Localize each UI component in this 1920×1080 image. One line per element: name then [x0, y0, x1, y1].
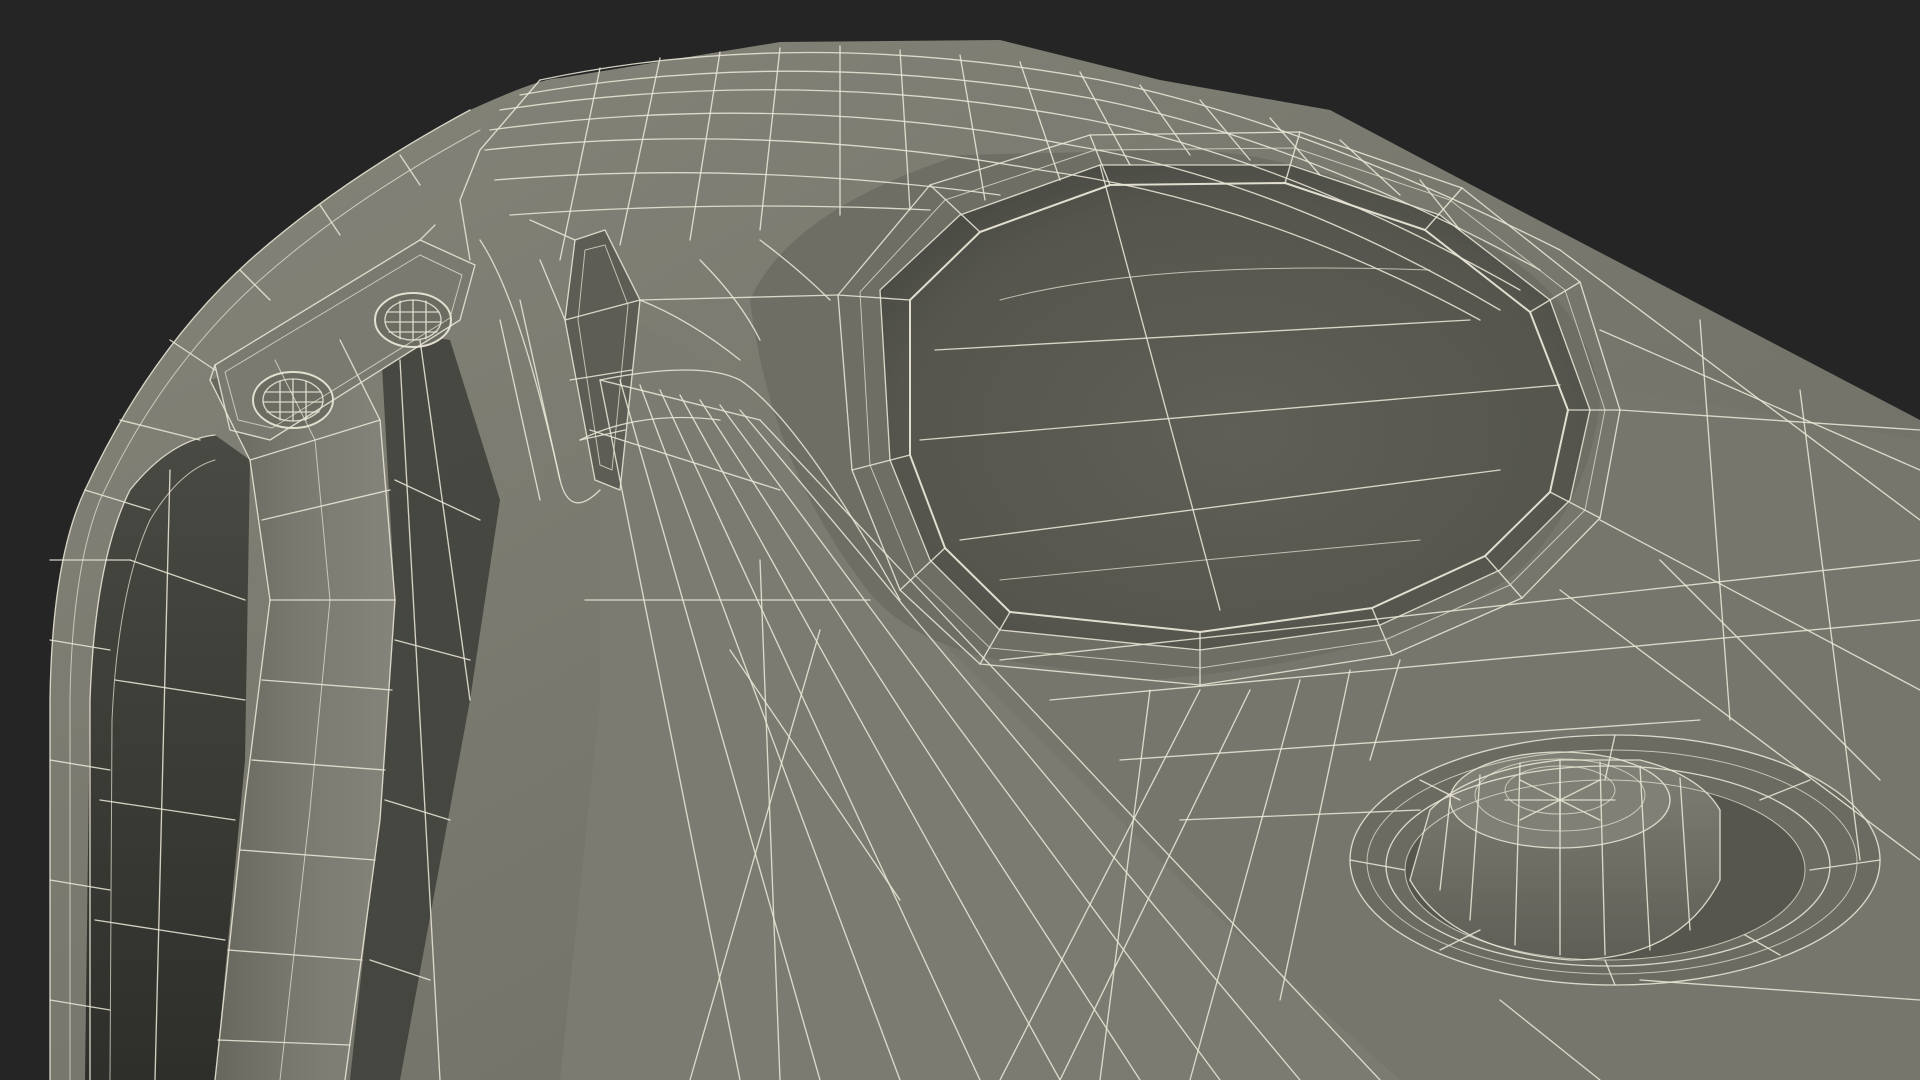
wireframe-scene [0, 0, 1920, 1080]
